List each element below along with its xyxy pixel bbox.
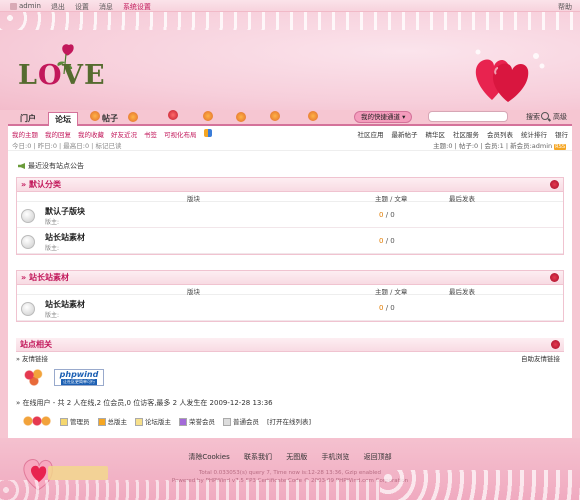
open-online-list[interactable]: [打开在线列表] xyxy=(267,416,311,426)
search-icon[interactable] xyxy=(541,112,549,120)
community-apps-link[interactable]: 社区应用 xyxy=(358,129,384,139)
friends-link[interactable]: 好友近况 xyxy=(111,129,137,139)
visual-layout-link[interactable]: 可视化布局 xyxy=(164,129,197,139)
search-label: 搜索 xyxy=(526,113,540,121)
speaker-icon xyxy=(18,163,25,169)
community-service-link[interactable]: 社区服务 xyxy=(453,129,479,139)
bouquet-icon xyxy=(22,413,52,429)
forum-counts: 0 / 0 xyxy=(379,304,395,312)
forum-counts: 0 / 0 xyxy=(379,237,395,245)
self-service-links[interactable]: 自助友情链接 xyxy=(521,353,560,363)
header-banner: LOVE xyxy=(0,12,580,110)
clear-cookies-link[interactable]: 清除Cookies xyxy=(188,453,229,461)
my-replies-link[interactable]: 我的回复 xyxy=(45,129,71,139)
forum-moderator: 版主: xyxy=(45,219,60,226)
rss-icon[interactable]: RSS xyxy=(554,144,566,150)
sub-nav: 我的主题 我的回复 我的收藏 好友近况 书签 可视化布局 社区应用 最新帖子 精… xyxy=(8,126,572,151)
friend-logos: phpwind 让社区更简单可行 xyxy=(22,367,104,387)
column-header: 版块 主题 / 文章 最后发表 xyxy=(17,192,563,203)
member-icon xyxy=(223,418,231,426)
online-users: » 在线用户 - 共 2 人在线,2 位会员,0 位访客,最多 2 人发生在 2… xyxy=(16,399,273,407)
my-topics-link[interactable]: 我的主题 xyxy=(12,129,38,139)
no-image-link[interactable]: 无图版 xyxy=(286,453,307,461)
main-content: 最近没有站点公告 » 默认分类 版块 主题 / 文章 最后发表 默认子版块 版主… xyxy=(8,151,572,438)
flower-icon xyxy=(168,110,178,120)
member-legend: 管理员 总版主 论坛版主 荣誉会员 普通会员 [打开在线列表] xyxy=(22,413,311,429)
advanced-search-link[interactable]: 高级 xyxy=(553,112,567,122)
tab-forum[interactable]: 论坛 xyxy=(48,112,78,126)
settings-link[interactable]: 设置 xyxy=(75,2,89,12)
main-nav: 门户 论坛 帖子 我的快捷通道 ▾ 搜索 高级 xyxy=(8,110,572,126)
site-section: 站点相关 xyxy=(16,338,564,352)
friend-links-label: » 友情链接 xyxy=(16,355,49,363)
forum-name[interactable]: 默认子版块 xyxy=(45,206,85,217)
forum-status-icon xyxy=(21,302,35,316)
honor-icon xyxy=(179,418,187,426)
petals-decoration xyxy=(0,12,580,30)
flower-icon xyxy=(236,112,246,122)
column-header: 版块 主题 / 文章 最后发表 xyxy=(17,285,563,296)
category-title[interactable]: » 默认分类 xyxy=(17,178,563,192)
friend-links-row: » 友情链接 自助友情链接 xyxy=(16,353,564,363)
message-link[interactable]: 消息 xyxy=(99,2,113,12)
forum-moderator: 版主: xyxy=(45,312,60,319)
announcement: 最近没有站点公告 xyxy=(18,161,84,171)
rose-icon xyxy=(550,273,559,282)
flower-logo-icon[interactable] xyxy=(22,367,46,387)
search-input[interactable] xyxy=(428,111,508,122)
flower-icon xyxy=(308,111,318,121)
members-link[interactable]: 会员列表 xyxy=(487,129,513,139)
love-logo[interactable]: LOVE xyxy=(18,60,106,91)
stats-link[interactable]: 统计排行 xyxy=(521,129,547,139)
tab-posts[interactable]: 帖子 xyxy=(96,112,124,126)
flower-icon xyxy=(128,112,138,122)
super-mod-icon xyxy=(97,418,106,426)
forum-name[interactable]: 站长站素材 xyxy=(45,232,85,243)
contact-link[interactable]: 联系我们 xyxy=(244,453,272,461)
forum-counts: 0 / 0 xyxy=(379,211,395,219)
bank-link[interactable]: 银行 xyxy=(555,129,568,139)
rose-icon xyxy=(551,340,560,349)
rose-icon xyxy=(550,180,559,189)
top-bar: admin 退出 设置 消息 系统设置 帮助 xyxy=(0,0,580,12)
tab-portal[interactable]: 门户 xyxy=(14,112,42,126)
forum-row[interactable]: 站长站素材 版主: 0 / 0 xyxy=(17,295,563,321)
latest-posts-link[interactable]: 最新帖子 xyxy=(392,129,418,139)
logout-link[interactable]: 退出 xyxy=(51,2,65,12)
phpwind-logo[interactable]: phpwind 让社区更简单可行 xyxy=(54,368,104,386)
help-link[interactable]: 帮助 xyxy=(558,2,572,12)
mod-icon xyxy=(135,418,143,426)
petals-decoration xyxy=(380,470,580,500)
forum-name[interactable]: 站长站素材 xyxy=(45,299,85,310)
today-stats: 今日:0 | 昨日:0 | 最高日:0 | 标记已读 xyxy=(12,142,122,150)
category-webmaster: » 站长站素材 版块 主题 / 文章 最后发表 站长站素材 版主: 0 / 0 xyxy=(16,270,564,322)
quick-links-button[interactable]: 我的快捷通道 ▾ xyxy=(354,111,413,123)
forum-moderator: 版主: xyxy=(45,245,60,252)
admin-icon xyxy=(60,418,68,426)
mobile-link[interactable]: 手机浏览 xyxy=(321,453,349,461)
my-favorites-link[interactable]: 我的收藏 xyxy=(78,129,104,139)
forum-row[interactable]: 站长站素材 版主: 0 / 0 xyxy=(17,228,563,254)
flower-icon xyxy=(270,111,280,121)
back-top-link[interactable]: 返回顶部 xyxy=(364,453,392,461)
site-title: 站点相关 xyxy=(16,338,564,352)
category-default: » 默认分类 版块 主题 / 文章 最后发表 默认子版块 版主: 0 / 0 站… xyxy=(16,177,564,255)
category-title[interactable]: » 站长站素材 xyxy=(17,271,563,285)
flower-icon xyxy=(90,111,100,121)
user-link[interactable]: admin xyxy=(10,2,41,12)
app-icon[interactable] xyxy=(203,129,212,137)
petals-decoration xyxy=(0,480,380,500)
system-settings-link[interactable]: 系统设置 xyxy=(123,2,151,12)
avatar-icon xyxy=(10,2,17,10)
forum-status-icon xyxy=(21,235,35,249)
forum-stats: 主题:0 | 帖子:0 | 会员:1 | 新会员:admin RSS xyxy=(433,142,566,150)
forum-status-icon xyxy=(21,209,35,223)
bookmarks-link[interactable]: 书签 xyxy=(144,129,157,139)
flower-icon xyxy=(203,111,213,121)
hearts-icon xyxy=(475,49,545,102)
forum-row[interactable]: 默认子版块 版主: 0 / 0 xyxy=(17,202,563,228)
digest-link[interactable]: 精华区 xyxy=(426,129,446,139)
